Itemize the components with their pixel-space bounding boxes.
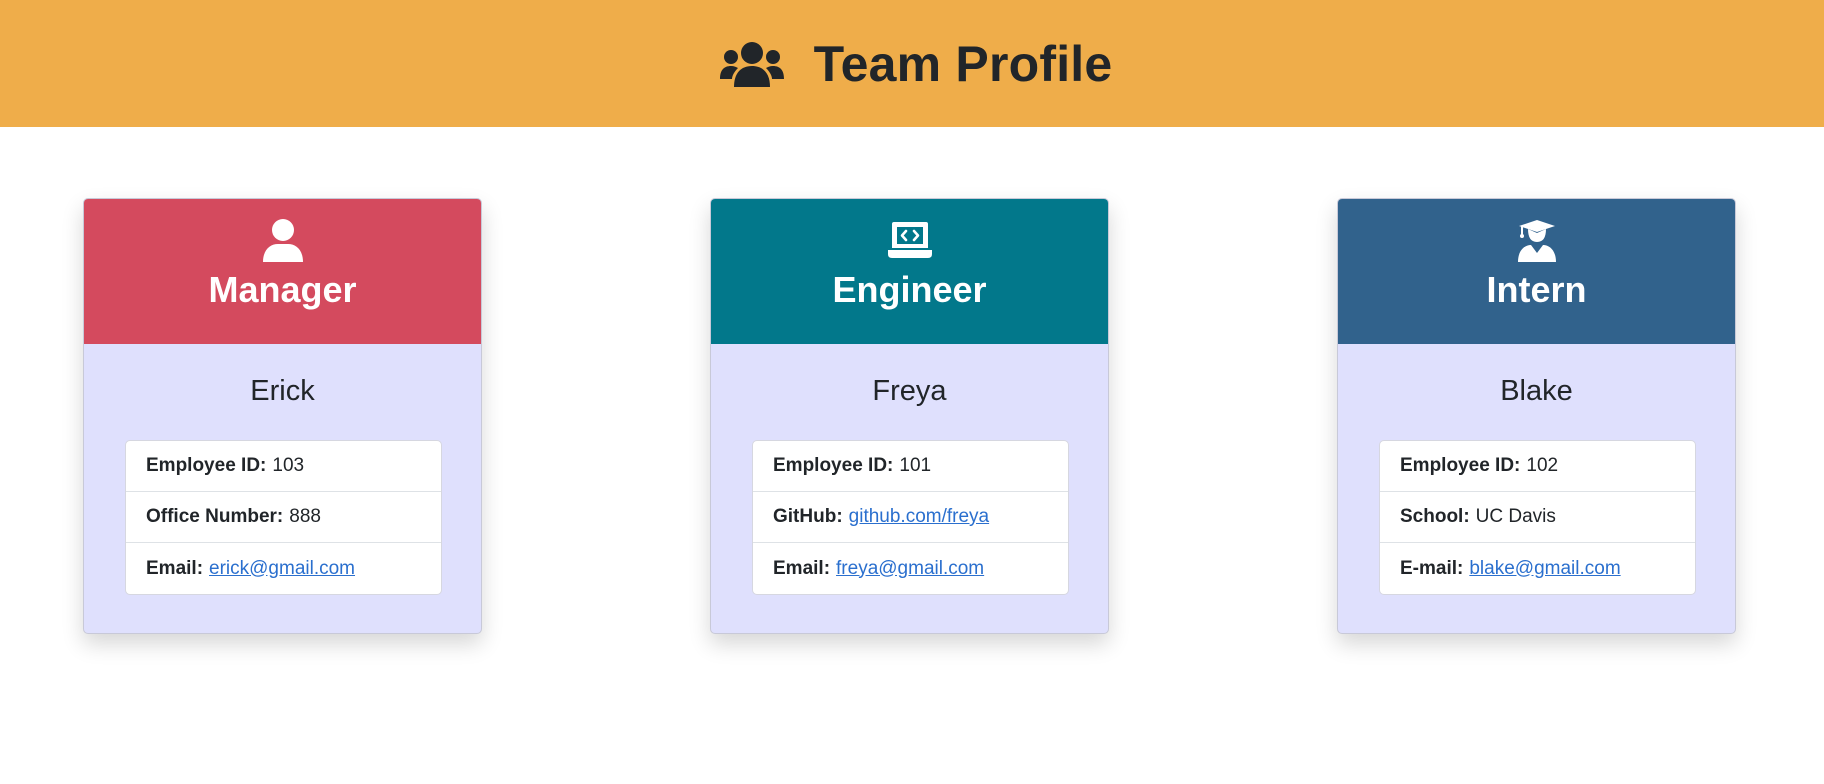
detail-value: UC Davis <box>1475 506 1556 527</box>
page-header: Team Profile <box>0 0 1824 127</box>
employee-card-engineer: Engineer Freya Employee ID: 101 GitHub: … <box>710 198 1109 634</box>
email-link[interactable]: freya@gmail.com <box>836 558 984 580</box>
employee-name: Erick <box>250 375 315 407</box>
detail-label: Email: <box>146 557 204 579</box>
detail-label: Employee ID: <box>1400 455 1521 476</box>
employee-name: Freya <box>872 375 947 407</box>
detail-label: Email: <box>773 557 831 579</box>
card-header: Manager <box>84 199 481 344</box>
detail-label: School: <box>1400 506 1470 527</box>
employee-card-manager: Manager Erick Employee ID: 103 Office Nu… <box>83 198 482 634</box>
detail-office-number: Office Number: 888 <box>126 492 441 543</box>
detail-employee-id: Employee ID: 103 <box>126 441 441 492</box>
detail-label: Employee ID: <box>146 455 267 476</box>
detail-label: Employee ID: <box>773 455 894 476</box>
detail-employee-id: Employee ID: 101 <box>753 441 1068 492</box>
employee-details-list: Employee ID: 101 GitHub: github.com/frey… <box>752 440 1069 595</box>
detail-email: Email: erick@gmail.com <box>126 543 441 594</box>
detail-value: 103 <box>272 455 305 476</box>
email-link[interactable]: blake@gmail.com <box>1469 558 1620 580</box>
detail-value: 101 <box>899 455 932 476</box>
header-content: Team Profile <box>719 35 1113 93</box>
detail-value: 102 <box>1526 455 1559 476</box>
card-header: Intern <box>1338 199 1735 344</box>
detail-label: E-mail: <box>1400 557 1464 579</box>
users-icon <box>719 41 784 87</box>
detail-value: 888 <box>289 506 321 527</box>
email-link[interactable]: erick@gmail.com <box>209 558 355 580</box>
employee-details-list: Employee ID: 103 Office Number: 888 Emai… <box>125 440 442 595</box>
github-link[interactable]: github.com/freya <box>849 506 989 528</box>
detail-school: School: UC Davis <box>1380 492 1695 543</box>
detail-email: E-mail: blake@gmail.com <box>1380 543 1695 594</box>
card-role: Manager <box>208 269 357 310</box>
card-header: Engineer <box>711 199 1108 344</box>
employee-name: Blake <box>1500 375 1573 407</box>
detail-github: GitHub: github.com/freya <box>753 492 1068 543</box>
user-icon <box>262 219 303 262</box>
employee-card-intern: Intern Blake Employee ID: 102 School: UC… <box>1337 198 1736 634</box>
card-role: Intern <box>1486 269 1587 310</box>
card-role: Engineer <box>832 269 987 310</box>
employee-details-list: Employee ID: 102 School: UC Davis E-mail… <box>1379 440 1696 595</box>
page-title: Team Profile <box>813 35 1113 92</box>
user-graduate-icon <box>1517 220 1556 262</box>
detail-label: GitHub: <box>773 506 843 527</box>
detail-email: Email: freya@gmail.com <box>753 543 1068 594</box>
detail-employee-id: Employee ID: 102 <box>1380 441 1695 492</box>
detail-label: Office Number: <box>146 506 284 527</box>
laptop-code-icon <box>887 222 932 258</box>
